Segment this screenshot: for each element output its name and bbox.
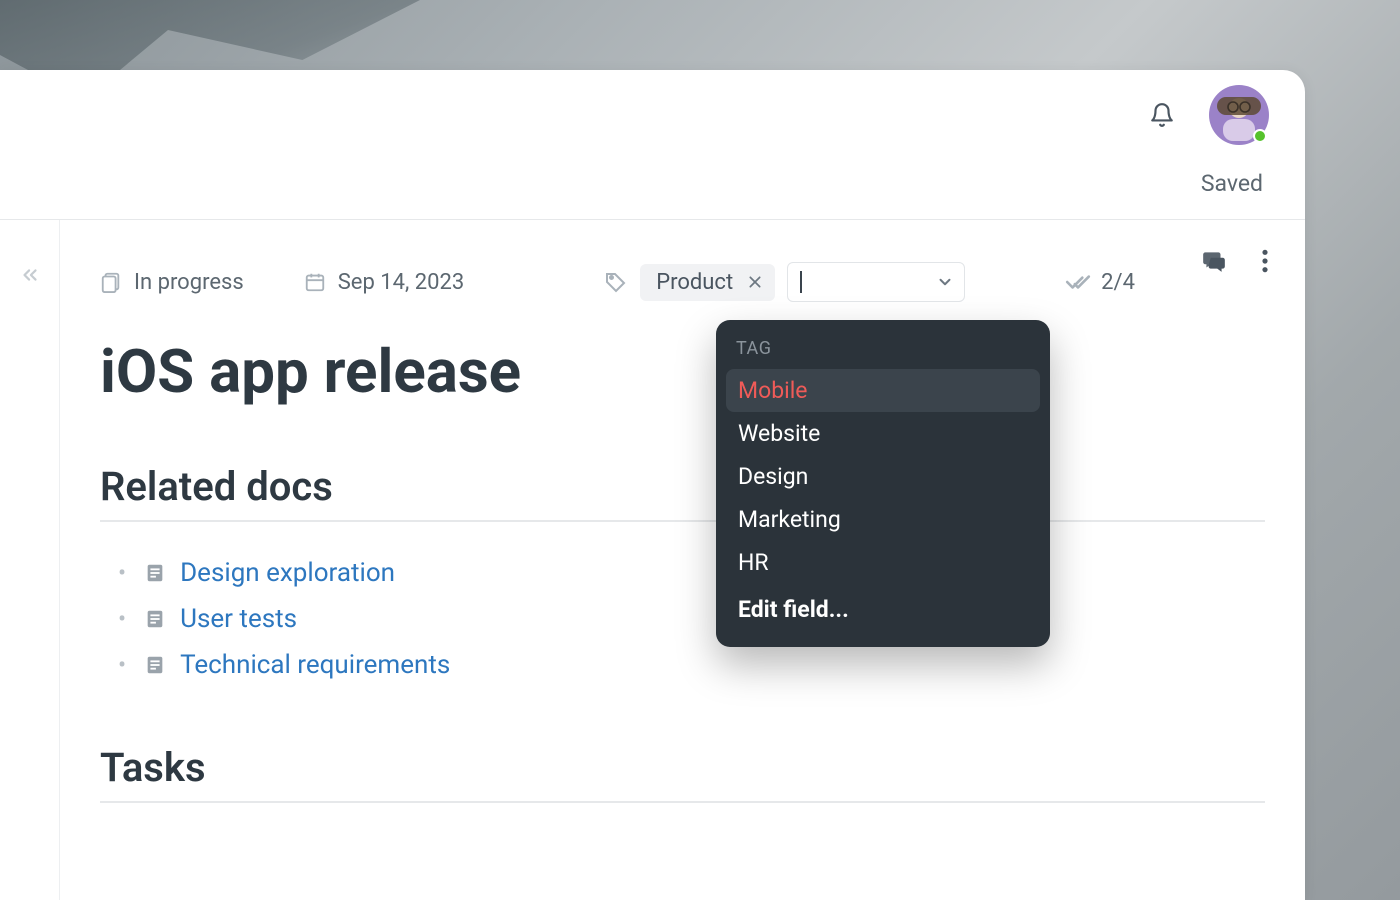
tag-icon — [604, 270, 628, 294]
bullet-icon: • — [118, 651, 126, 679]
page-body: In progress Sep 14, 2023 — [60, 220, 1305, 900]
progress-field[interactable]: 2/4 — [1065, 269, 1135, 295]
text-caret — [800, 271, 802, 293]
checklist-icon — [1065, 269, 1091, 295]
more-menu-icon[interactable] — [1261, 248, 1269, 274]
save-status-row: Saved — [0, 160, 1305, 219]
meta-row: In progress Sep 14, 2023 — [100, 248, 1265, 302]
page-title[interactable]: iOS app release — [100, 336, 1265, 407]
bullet-icon: • — [118, 559, 126, 587]
bell-icon[interactable] — [1149, 102, 1175, 128]
progress-value: 2/4 — [1101, 270, 1135, 295]
comments-icon[interactable] — [1201, 248, 1227, 274]
section-heading-tasks: Tasks — [100, 744, 1265, 803]
status-icon — [100, 271, 122, 293]
list-item: • Technical requirements — [100, 642, 1265, 688]
dropdown-option-design[interactable]: Design — [726, 455, 1040, 498]
left-gutter — [0, 220, 60, 900]
dropdown-option-website[interactable]: Website — [726, 412, 1040, 455]
collapse-sidebar-icon[interactable] — [19, 264, 41, 286]
dropdown-edit-field[interactable]: Edit field... — [726, 588, 1040, 631]
document-icon — [144, 562, 166, 584]
tag-field: Product — [604, 262, 965, 302]
saved-status: Saved — [1201, 170, 1263, 197]
status-value: In progress — [134, 270, 244, 295]
calendar-icon — [304, 271, 326, 293]
date-field[interactable]: Sep 14, 2023 — [304, 270, 465, 295]
document-icon — [144, 608, 166, 630]
tag-input[interactable] — [787, 262, 965, 302]
date-value: Sep 14, 2023 — [338, 270, 465, 295]
doc-link[interactable]: Design exploration — [180, 558, 395, 588]
presence-indicator — [1253, 129, 1267, 143]
dropdown-option-marketing[interactable]: Marketing — [726, 498, 1040, 541]
tag-chip-product[interactable]: Product — [640, 264, 775, 301]
dropdown-option-hr[interactable]: HR — [726, 541, 1040, 584]
tag-dropdown: TAG Mobile Website Design Marketing HR E… — [716, 320, 1050, 647]
list-item: • User tests — [100, 596, 1265, 642]
related-docs-list: • Design exploration • User tests • — [100, 550, 1265, 688]
document-panel: Saved — [0, 70, 1305, 900]
document-icon — [144, 654, 166, 676]
doc-link[interactable]: User tests — [180, 604, 297, 634]
tag-chip-label: Product — [656, 270, 733, 295]
list-item: • Design exploration — [100, 550, 1265, 596]
doc-link[interactable]: Technical requirements — [180, 650, 450, 680]
dropdown-label: TAG — [726, 338, 1040, 369]
chevron-down-icon[interactable] — [936, 273, 954, 291]
status-field[interactable]: In progress — [100, 270, 244, 295]
bullet-icon: • — [118, 605, 126, 633]
top-bar — [0, 70, 1305, 160]
section-heading-related-docs: Related docs — [100, 463, 1265, 522]
avatar[interactable] — [1209, 85, 1269, 145]
dropdown-option-mobile[interactable]: Mobile — [726, 369, 1040, 412]
remove-tag-icon[interactable] — [747, 274, 763, 290]
